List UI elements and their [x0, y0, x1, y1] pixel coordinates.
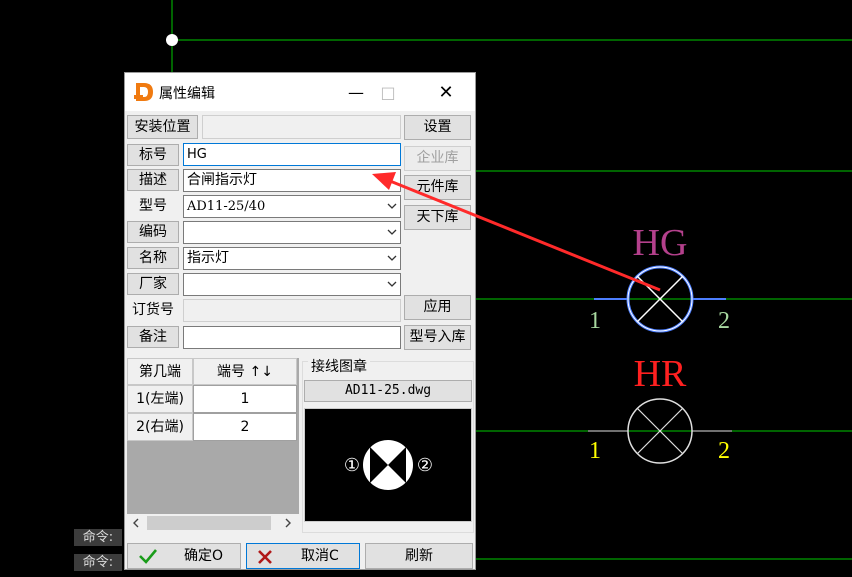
install-location-field [202, 115, 401, 139]
preview-pin-right: ② [417, 455, 433, 476]
model-combo-value: AD11-25/40 [187, 199, 266, 214]
property-edit-dialog: 属性编辑 — □ ✕ 安装位置 标号 HG 描述 合闸指示灯 型号 AD11-2… [124, 72, 476, 570]
cancel-button[interactable]: 取消C [246, 543, 360, 569]
cancel-button-label: 取消C [301, 548, 339, 564]
preview-pin-left: ① [344, 455, 360, 476]
hg-tag-label: HG [633, 222, 688, 264]
lamp-symbol-hg[interactable]: HG 1 2 [589, 222, 730, 334]
hr-tag-label: HR [634, 353, 687, 395]
symbol-preview: ① ② [304, 408, 472, 522]
maximize-button: □ [380, 82, 396, 102]
hr-pin-right: 2 [718, 438, 730, 464]
chevron-right-icon[interactable] [283, 518, 293, 528]
model-label: 型号 [139, 198, 167, 214]
model-combo[interactable]: AD11-25/40 [183, 195, 401, 218]
chevron-down-icon [387, 229, 397, 235]
ok-button-label: 确定O [184, 548, 224, 564]
install-location-button[interactable]: 安装位置 [127, 115, 198, 139]
chevron-left-icon[interactable] [131, 518, 141, 528]
name-combo[interactable]: 指示灯 [183, 247, 401, 270]
chevron-down-icon [387, 281, 397, 287]
code-label-button[interactable]: 编码 [127, 221, 179, 243]
lamp-symbol-hr[interactable]: HR 1 2 [588, 353, 732, 464]
grid-row-position: 1(左端) [127, 385, 193, 413]
terminal-grid: 第几端 端号 ↑↓ 1(左端) 1 2(右端) 2 [127, 358, 299, 516]
description-label-button[interactable]: 描述 [127, 169, 179, 191]
remark-input[interactable] [183, 326, 401, 349]
manufacturer-combo[interactable] [183, 273, 401, 296]
description-input[interactable]: 合闸指示灯 [183, 169, 401, 192]
enterprise-library-button: 企业库 [404, 146, 471, 171]
hg-pin-right: 2 [718, 308, 730, 334]
grid-row-terminal-no[interactable]: 2 [193, 413, 297, 441]
cross-icon [258, 550, 272, 564]
grid-row-position: 2(右端) [127, 413, 193, 441]
grid-header-terminal-no[interactable]: 端号 ↑↓ [193, 358, 297, 385]
chevron-down-icon [387, 203, 397, 209]
dialog-title: 属性编辑 [159, 86, 215, 102]
ok-button[interactable]: 确定O [127, 543, 241, 569]
settings-button[interactable]: 设置 [404, 115, 471, 140]
chevron-down-icon [387, 255, 397, 261]
order-no-label: 订货号 [132, 302, 174, 318]
junction-dot [166, 34, 178, 46]
lamp-preview-graphic: ① ② [344, 440, 433, 490]
command-prompt-2: 命令: [74, 554, 122, 571]
apply-button[interactable]: 应用 [404, 295, 471, 320]
app-logo-icon [134, 83, 153, 101]
scrollbar-thumb[interactable] [147, 516, 271, 530]
close-button[interactable]: ✕ [423, 73, 469, 111]
grid-horizontal-scrollbar[interactable] [127, 514, 299, 532]
grid-header-position: 第几端 [127, 358, 193, 385]
remark-label-button[interactable]: 备注 [127, 326, 179, 348]
model-to-library-button[interactable]: 型号入库 [404, 325, 471, 350]
code-combo[interactable] [183, 221, 401, 244]
dwg-file-button[interactable]: AD11-25.dwg [304, 380, 472, 402]
name-label-button[interactable]: 名称 [127, 247, 179, 269]
refresh-button[interactable]: 刷新 [365, 543, 473, 569]
command-prompt-1: 命令: [74, 529, 122, 546]
world-library-button[interactable]: 天下库 [404, 205, 471, 230]
name-combo-value: 指示灯 [187, 250, 229, 266]
wiring-stamp-title: 接线图章 [308, 356, 370, 376]
tag-label-button[interactable]: 标号 [127, 144, 179, 166]
hr-pin-left: 1 [589, 438, 601, 464]
manufacturer-label-button[interactable]: 厂家 [127, 273, 179, 295]
dialog-titlebar[interactable]: 属性编辑 — □ ✕ [125, 73, 475, 111]
checkmark-icon [139, 549, 157, 564]
grid-row-terminal-no[interactable]: 1 [193, 385, 297, 413]
order-no-field [183, 299, 401, 322]
hg-pin-left: 1 [589, 308, 601, 334]
tag-input[interactable]: HG [183, 143, 401, 166]
component-library-button[interactable]: 元件库 [404, 175, 471, 200]
